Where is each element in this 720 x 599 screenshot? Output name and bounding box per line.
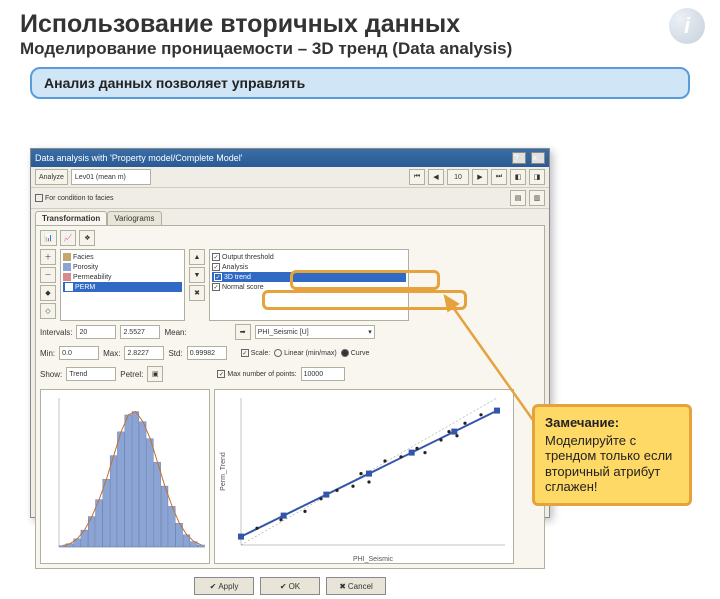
tool-icon-a[interactable]: ◆ xyxy=(40,285,56,301)
toolbar: Analyze Lev01 (mean m) ⏮ ◀ 10 ▶ ⏭ ◧ ◨ xyxy=(31,167,549,188)
svg-text:PHI_Seismic: PHI_Seismic xyxy=(353,556,394,563)
scale-linear-radio[interactable]: Linear (min/max) xyxy=(274,349,337,357)
max-points-field[interactable]: 10000 xyxy=(301,367,345,381)
picker-icon[interactable]: ▤ xyxy=(510,190,526,206)
nav-next-icon[interactable]: ▶ xyxy=(472,169,488,185)
logo-badge: i xyxy=(669,8,705,44)
property-tree[interactable]: Facies Porosity Permeability PERM xyxy=(60,249,185,321)
delete-icon[interactable]: ✖ xyxy=(189,285,205,301)
tab-variograms[interactable]: Variograms xyxy=(107,211,161,225)
dialog-buttons: ✔ Apply ✔ OK ✖ Cancel xyxy=(31,573,549,599)
tree-item[interactable]: Facies xyxy=(63,252,182,262)
arrow-icon[interactable]: ➡ xyxy=(235,324,251,340)
min-field[interactable]: 0.0 xyxy=(59,346,99,360)
std-field[interactable]: 0.99982 xyxy=(187,346,227,360)
move-up-icon[interactable]: ▲ xyxy=(189,249,205,265)
tree-item[interactable]: Permeability xyxy=(63,272,182,282)
data-analysis-dialog: Data analysis with 'Property model/Compl… xyxy=(30,148,550,518)
highlight-scale-options xyxy=(262,290,467,310)
analyze-button[interactable]: Analyze xyxy=(35,169,68,185)
show-label: Show: xyxy=(40,370,62,379)
info-callout: Анализ данных позволяет управлять xyxy=(30,67,690,99)
mean-label: Mean: xyxy=(164,328,186,337)
list-item[interactable]: ✓Output threshold xyxy=(212,252,406,262)
titlebar[interactable]: Data analysis with 'Property model/Compl… xyxy=(31,149,549,167)
intervals-field[interactable]: 20 xyxy=(76,325,116,339)
note-heading: Замечание: xyxy=(545,415,679,431)
nav-last-icon[interactable]: ⏭ xyxy=(491,169,507,185)
apply-button[interactable]: ✔ Apply xyxy=(194,577,254,595)
tree-item-selected[interactable]: PERM xyxy=(63,282,182,292)
histogram-chart xyxy=(40,389,210,564)
chevron-down-icon: ▾ xyxy=(368,328,372,336)
remove-icon[interactable]: － xyxy=(40,267,56,283)
crossplot-chart: PHI_Seismic Perm_Trend xyxy=(214,389,514,564)
petrel-btn[interactable]: ▣ xyxy=(147,366,163,382)
window-title: Data analysis with 'Property model/Compl… xyxy=(35,153,243,163)
cancel-button[interactable]: ✖ Cancel xyxy=(326,577,386,595)
nav-prev-icon[interactable]: ◀ xyxy=(428,169,444,185)
picker-icon-2[interactable]: ▥ xyxy=(529,190,545,206)
tab-transformation[interactable]: Transformation xyxy=(35,211,107,225)
panel-tool-1[interactable]: 📊 xyxy=(40,230,57,246)
tab-strip: Transformation Variograms xyxy=(31,209,549,225)
tool-icon-b[interactable]: ◇ xyxy=(40,303,56,319)
scale-label: ✓Scale: xyxy=(241,349,270,357)
nav-first-icon[interactable]: ⏮ xyxy=(409,169,425,185)
slide-subtitle: Моделирование проницаемости – 3D тренд (… xyxy=(0,39,720,67)
page-field[interactable]: 10 xyxy=(447,169,469,185)
min-label: Min: xyxy=(40,349,55,358)
panel-tool-2[interactable]: 📈 xyxy=(60,230,77,246)
max-label: Max: xyxy=(103,349,120,358)
intervals-label: Intervals: xyxy=(40,328,72,337)
scale-curve-radio[interactable]: Curve xyxy=(341,349,370,357)
show-dropdown[interactable]: Trend xyxy=(66,367,116,381)
add-icon[interactable]: ＋ xyxy=(40,249,56,265)
slide-title: Использование вторичных данных xyxy=(0,0,720,39)
zone-combo[interactable]: Lev01 (mean m) xyxy=(71,169,151,185)
note-callout: Замечание: Моделируйте с трендом только … xyxy=(532,404,692,506)
ok-button[interactable]: ✔ OK xyxy=(260,577,320,595)
tree-item[interactable]: Porosity xyxy=(63,262,182,272)
tool-icon-1[interactable]: ◧ xyxy=(510,169,526,185)
tool-icon-2[interactable]: ◨ xyxy=(529,169,545,185)
note-body: Моделируйте с трендом только если вторич… xyxy=(545,433,672,495)
value-field[interactable]: 2.5527 xyxy=(120,325,160,339)
help-button[interactable]: ? xyxy=(512,152,526,164)
svg-text:Perm_Trend: Perm_Trend xyxy=(220,452,227,491)
move-down-icon[interactable]: ▼ xyxy=(189,267,205,283)
close-button[interactable]: × xyxy=(531,152,545,164)
max-field[interactable]: 2.8227 xyxy=(124,346,164,360)
highlight-secondary-attr xyxy=(290,270,440,290)
max-points-check[interactable]: ✓Max number of points: xyxy=(217,370,296,378)
filter-checkbox[interactable]: For condition to facies xyxy=(35,194,113,202)
toolbar-2: For condition to facies ▤ ▥ xyxy=(31,188,549,209)
std-label: Std: xyxy=(168,349,182,358)
panel-tool-3[interactable]: ❖ xyxy=(79,230,95,246)
secondary-attr-dropdown[interactable]: PHI_Seismic [U]▾ xyxy=(255,325,375,339)
petrel-label: Petrel: xyxy=(120,370,143,379)
